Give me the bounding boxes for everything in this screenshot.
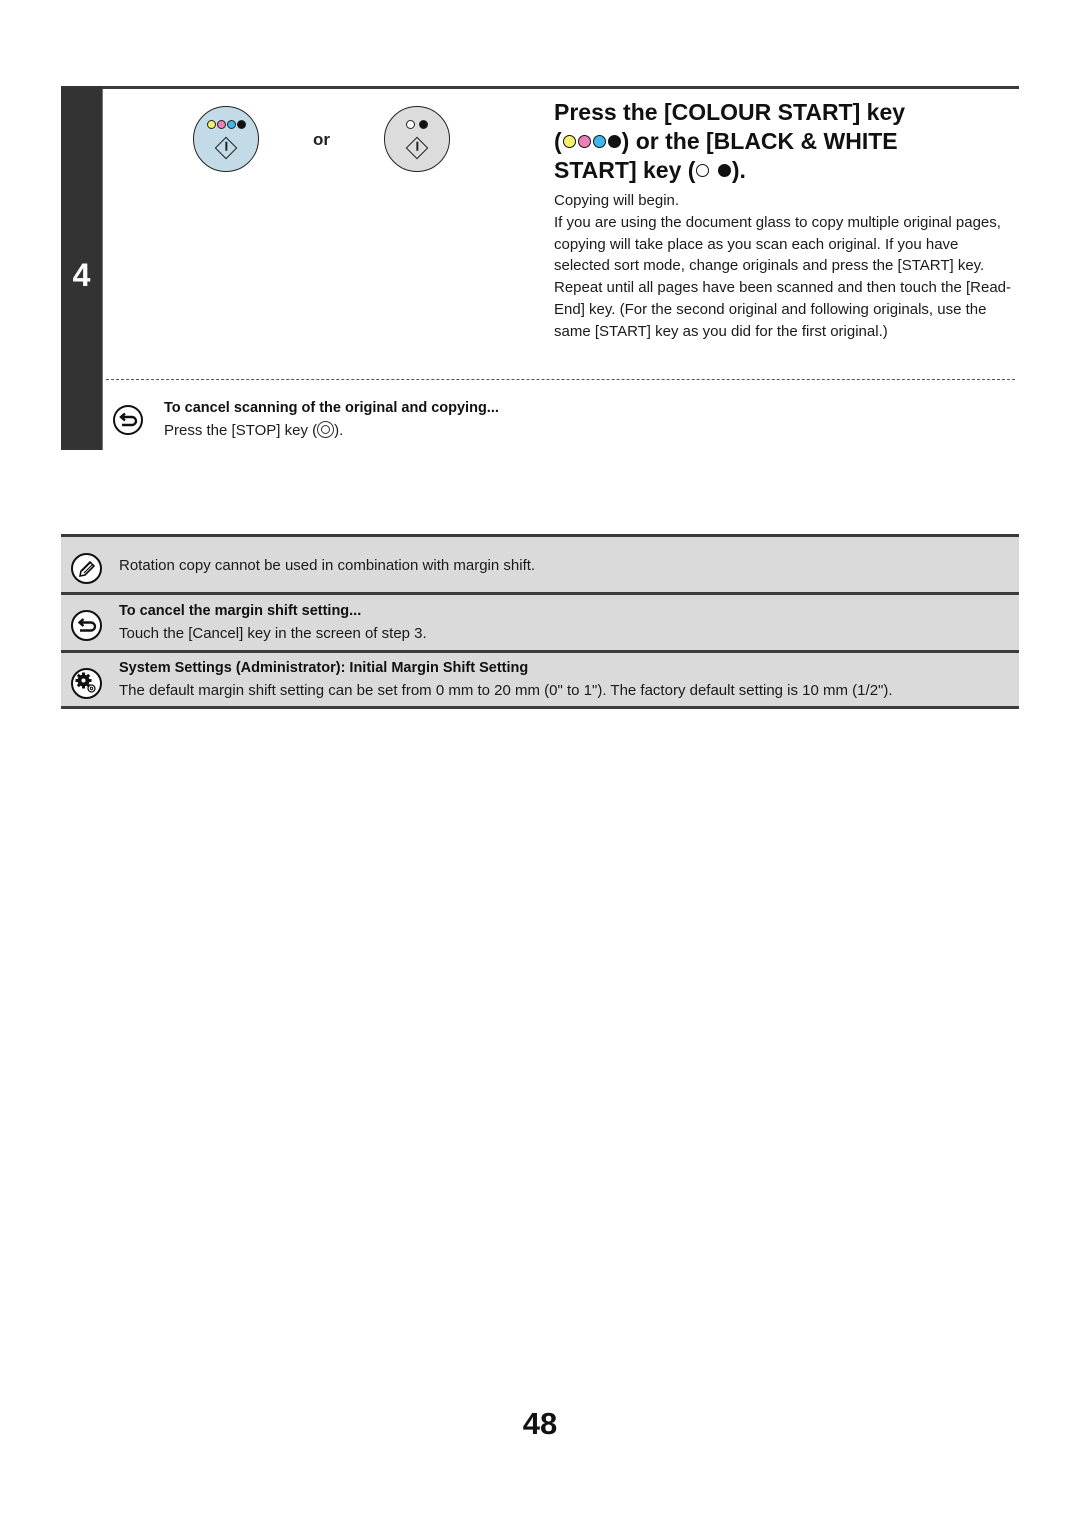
bw-start-key-icon <box>384 106 450 172</box>
cancel-body-end: ). <box>334 422 344 439</box>
step-4-block: 4 or Press the [COLOUR START] key ( ) or … <box>61 86 1019 450</box>
title-close: ). <box>731 157 746 183</box>
step-number-bar: 4 <box>61 86 103 450</box>
step-top-rule <box>102 86 1019 89</box>
cancel-return-icon <box>71 610 102 641</box>
dashed-divider <box>106 379 1015 380</box>
cancel-scan-title: To cancel scanning of the original and c… <box>164 400 499 416</box>
magenta-dot-icon <box>577 135 591 148</box>
title-paren-open: ( <box>554 128 562 154</box>
note-text: Rotation copy cannot be used in combinat… <box>119 557 536 574</box>
cyan-dot-icon <box>226 120 236 129</box>
title-line-2: ) or the [BLACK & WHITE <box>621 128 898 154</box>
note-text: The default margin shift setting can be … <box>119 682 893 699</box>
cancel-body-text: Press the [STOP] key ( <box>164 422 318 439</box>
step-title: Press the [COLOUR START] key ( ) or the [… <box>554 98 994 185</box>
black-dot-icon <box>236 120 246 129</box>
black-dot-icon <box>418 120 428 129</box>
black-dot-icon <box>717 164 731 177</box>
step-description: Copying will begin. If you are using the… <box>554 190 1014 343</box>
title-line-3: START] key ( <box>554 157 696 183</box>
pencil-icon <box>71 553 102 584</box>
colour-start-key-icon <box>193 106 259 172</box>
note-item: Rotation copy cannot be used in combinat… <box>61 534 1019 592</box>
title-line-1: Press the [COLOUR START] key <box>554 99 906 125</box>
step-body-first: Copying will begin. <box>554 192 680 209</box>
yellow-dot-icon <box>206 120 216 129</box>
note-title: System Settings (Administrator): Initial… <box>119 660 529 676</box>
black-dot-icon <box>607 135 621 148</box>
step-number: 4 <box>72 257 91 293</box>
note-title: To cancel the margin shift setting... <box>119 603 362 619</box>
note-text: Touch the [Cancel] key in the screen of … <box>119 625 427 642</box>
cancel-scan-body: Press the [STOP] key (). <box>164 421 343 439</box>
note-item: To cancel the margin shift setting... To… <box>61 592 1019 650</box>
stop-key-icon <box>317 421 335 438</box>
white-dot-icon <box>696 164 710 177</box>
start-diamond-icon <box>214 136 238 160</box>
step-body-second: If you are using the document glass to c… <box>554 213 1012 340</box>
white-dot-icon <box>406 120 416 129</box>
yellow-dot-icon <box>562 135 576 148</box>
magenta-dot-icon <box>216 120 226 129</box>
system-settings-gear-icon <box>71 668 102 699</box>
page-number: 48 <box>522 1406 558 1441</box>
cancel-return-icon <box>113 405 143 435</box>
note-item: System Settings (Administrator): Initial… <box>61 650 1019 709</box>
cyan-dot-icon <box>592 135 606 148</box>
notes-block: Rotation copy cannot be used in combinat… <box>61 534 1019 709</box>
start-diamond-icon <box>405 136 429 160</box>
or-label: or <box>313 130 330 149</box>
